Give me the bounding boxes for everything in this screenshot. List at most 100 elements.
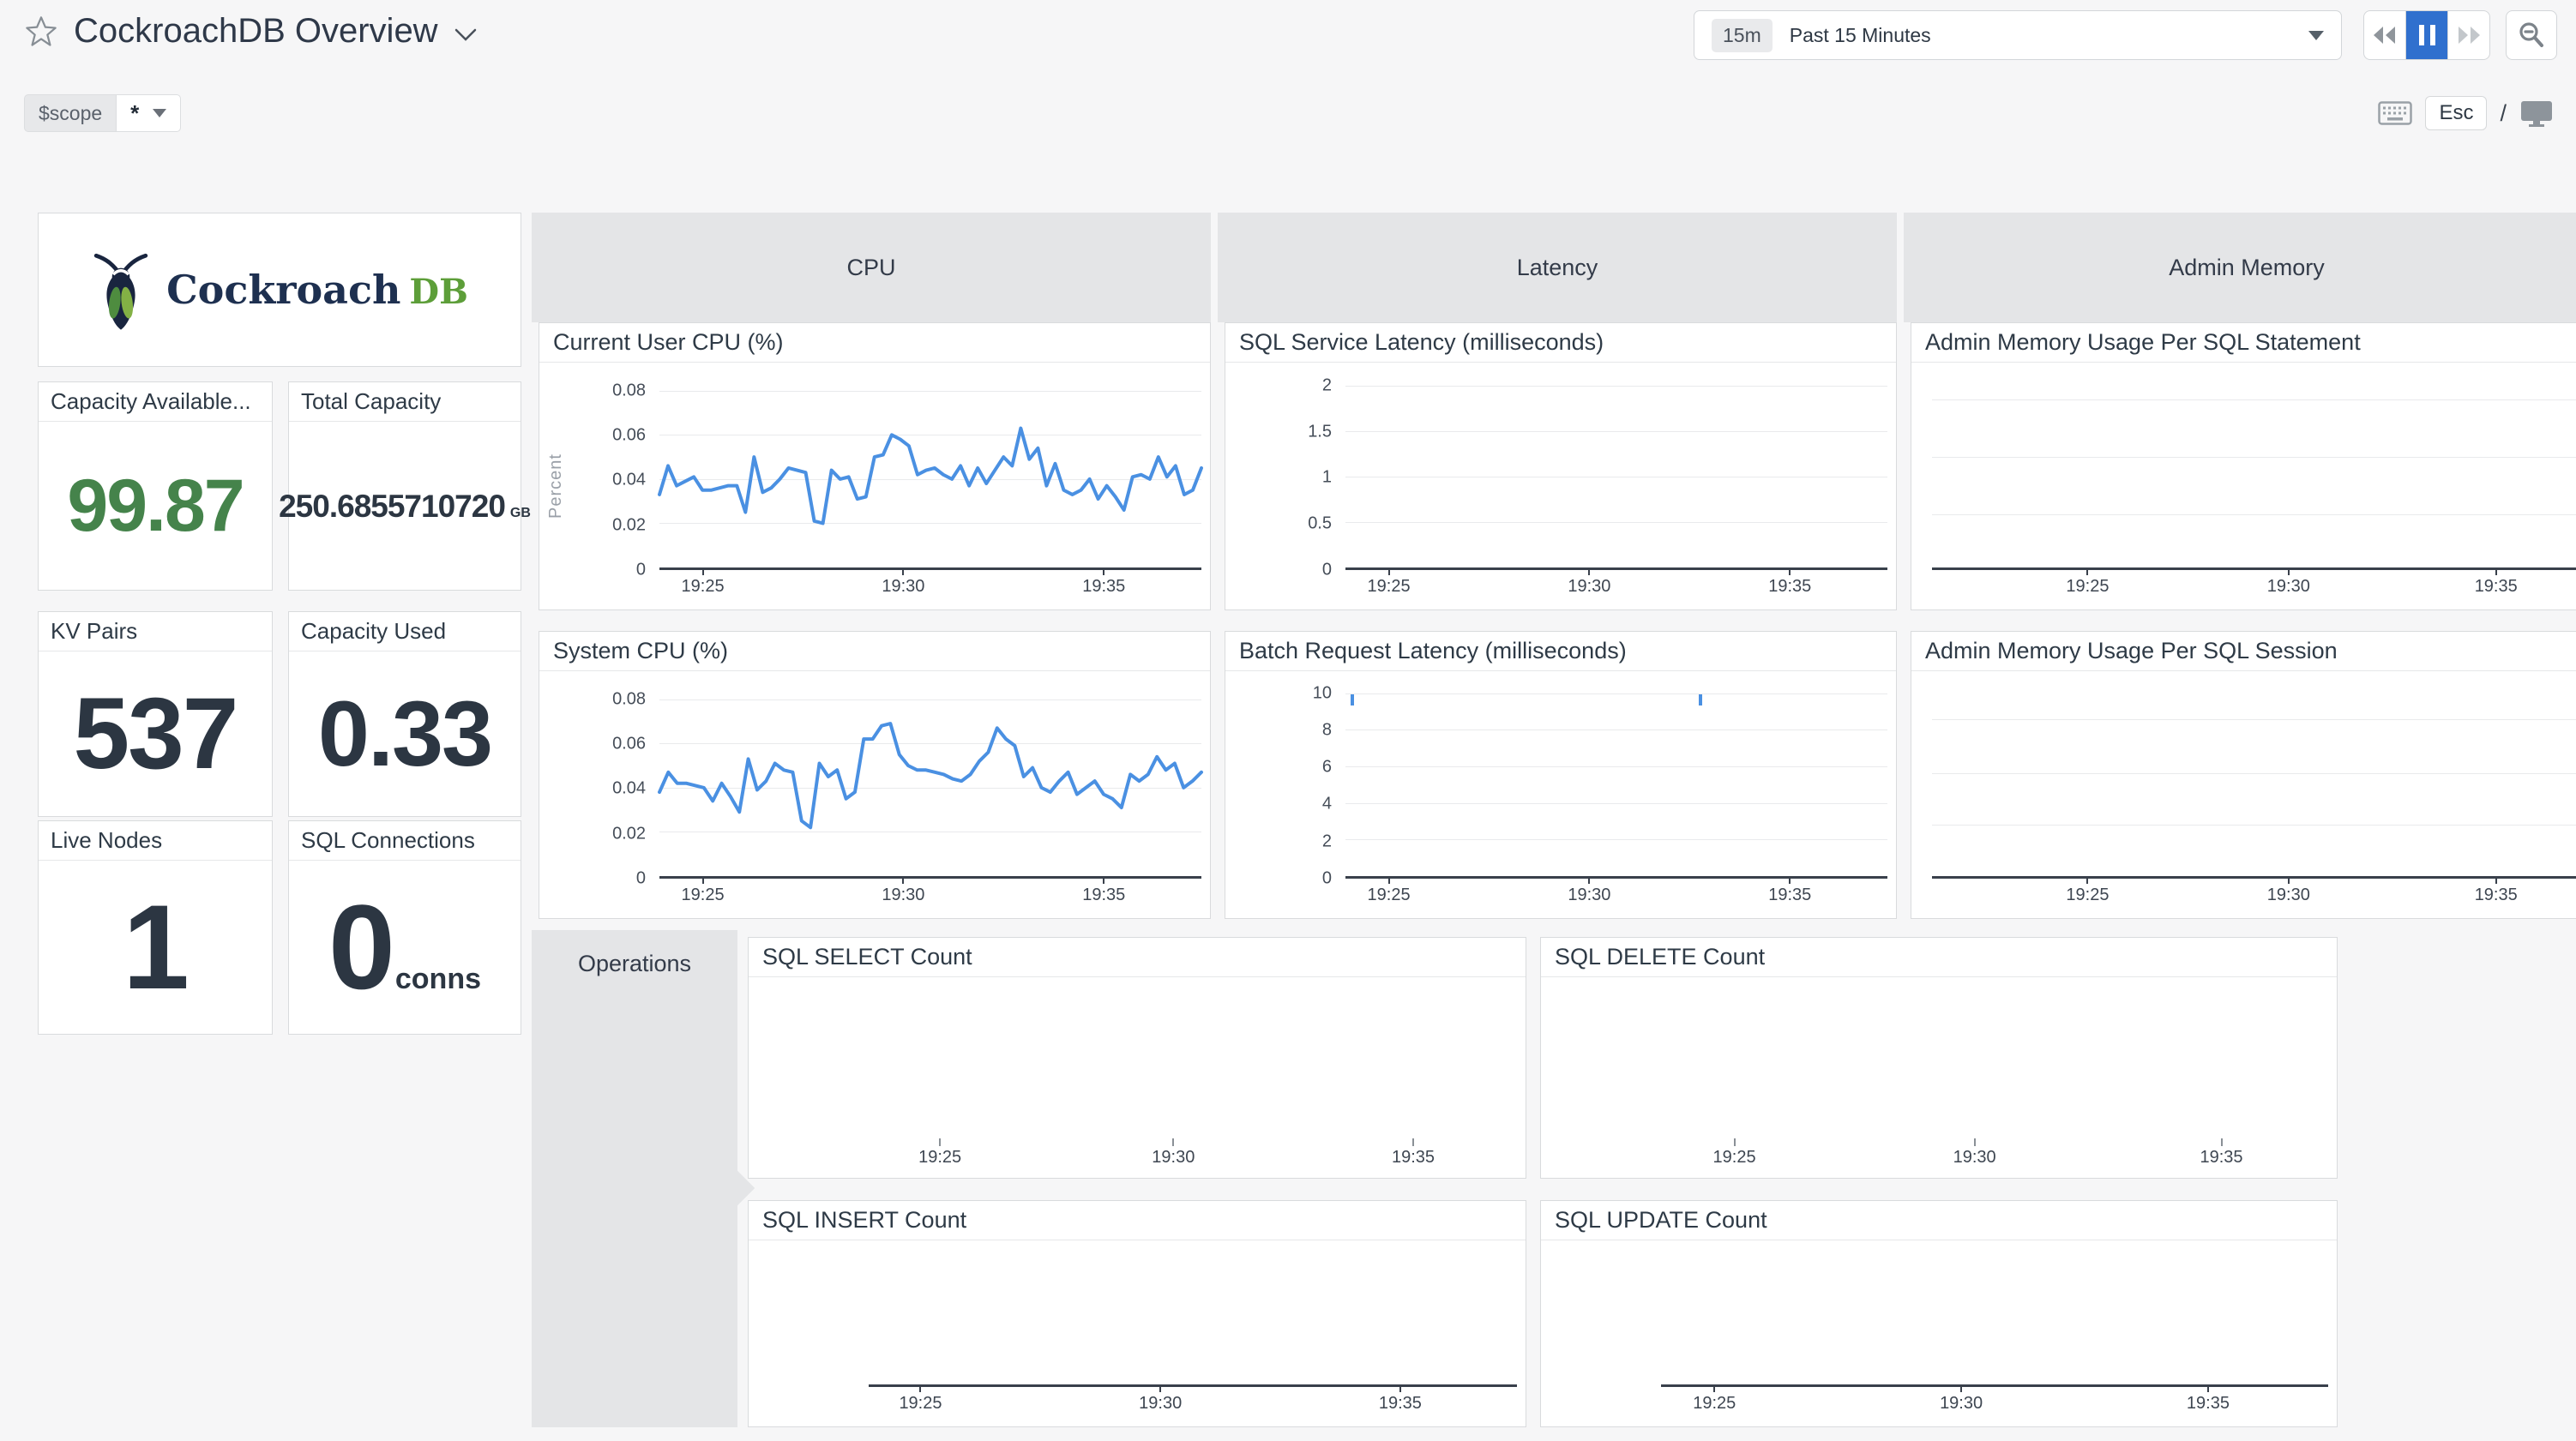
chart-body: 19:2519:3019:35 [749,977,1526,1178]
chart-plot[interactable]: 19:2519:3019:35 [1345,376,1887,570]
x-tick-mark [702,567,704,575]
chart-title: System CPU (%) [539,632,1210,671]
panel-sql-insert-count[interactable]: SQL INSERT Count 19:2519:3019:35 [748,1200,1526,1427]
panel-admin-memory-statement[interactable]: Admin Memory Usage Per SQL Statement 19:… [1911,322,2576,610]
x-tick-mark [2288,876,2290,884]
rewind-button[interactable] [2364,11,2406,59]
gridline [1345,803,1887,804]
caret-down-icon [153,109,166,117]
x-tick-label: 19:35 [1768,886,1811,905]
x-tick-label: 19:30 [2267,886,2310,905]
chart-plot[interactable]: 19:2519:3019:35 [1932,376,2576,570]
y-tick-label: 0.08 [539,689,646,709]
x-tick-mark [2288,567,2290,575]
x-tick-mark [1588,567,1590,575]
kpi-unit: conns [395,963,481,996]
y-tick-label: 0 [1225,561,1332,580]
group-header-admin-memory[interactable]: Admin Memory [1904,213,2576,322]
y-axis: 0246810 [1225,685,1345,879]
panel-admin-memory-session[interactable]: Admin Memory Usage Per SQL Session 19:25… [1911,631,2576,919]
x-tick-mark [902,567,904,575]
chart-plot[interactable]: 19:2519:3019:35 [869,991,1517,1138]
monitor-icon[interactable] [2519,99,2554,127]
chart-title: Batch Request Latency (milliseconds) [1225,632,1896,671]
group-header-operations[interactable]: Operations [532,930,737,1427]
chart-plot[interactable]: 19:2519:3019:35 [1345,685,1887,879]
separator: / [2500,100,2507,127]
zoom-out-button[interactable] [2506,10,2557,60]
x-tick-mark [2086,876,2088,884]
x-tick-label: 19:35 [2200,1148,2242,1168]
star-icon[interactable] [24,15,58,49]
scope-var-value-dropdown[interactable]: * [116,94,181,132]
chart-body: 19:2519:3019:35 [1541,1240,2337,1426]
chevron-down-icon[interactable] [454,27,478,43]
panel-sql-update-count[interactable]: SQL UPDATE Count 19:2519:3019:35 [1540,1200,2338,1427]
group-title: CPU [846,255,895,281]
panel-batch-request-latency[interactable]: Batch Request Latency (milliseconds) 024… [1225,631,1897,919]
y-axis [1541,991,1661,1138]
forward-button[interactable] [2448,11,2489,59]
scope-var-name: $scope [24,94,116,132]
x-tick-mark [2207,1384,2209,1392]
panel-system-cpu[interactable]: System CPU (%) 00.020.040.060.0819:2519:… [539,631,1211,919]
panel-sql-delete-count[interactable]: SQL DELETE Count 19:2519:3019:35 [1540,937,2338,1179]
chart-plot[interactable]: 19:2519:3019:35 [869,1254,1517,1387]
data-mark [1351,694,1354,705]
chart-plot[interactable]: 19:2519:3019:35 [659,685,1201,879]
y-tick-label: 0.04 [539,779,646,799]
x-tick-label: 19:30 [1953,1148,1996,1168]
y-tick-label: 10 [1225,683,1332,703]
x-tick-mark [1412,1138,1414,1146]
pause-button[interactable] [2406,11,2448,59]
y-axis [1911,685,1932,879]
chart-body: 00.020.040.060.0819:2519:3019:35 [539,671,1210,918]
chart-plot[interactable]: 19:2519:3019:35 [659,376,1201,570]
x-tick-label: 19:30 [1940,1394,1983,1414]
time-range-picker[interactable]: 15m Past 15 Minutes [1694,10,2342,60]
chart-plot[interactable]: 19:2519:3019:35 [1932,685,2576,879]
y-tick-label: 1 [1225,468,1332,488]
kpi-value: 0 [328,887,394,1007]
gridline [1932,825,2576,826]
x-tick-mark [1399,1384,1401,1392]
x-tick-label: 19:25 [1693,1394,1736,1414]
y-axis [749,991,869,1138]
chart-title: SQL Service Latency (milliseconds) [1225,323,1896,363]
kpi-title: Live Nodes [39,821,272,861]
cockroachdb-logo-panel: CockroachDB [38,213,521,367]
template-variable-scope[interactable]: $scope * [24,94,181,132]
chart-body: 00.020.040.060.0819:2519:3019:35Percent [539,363,1210,609]
x-tick-label: 19:25 [682,886,725,905]
x-tick-mark [702,876,704,884]
x-tick-label: 19:30 [2267,577,2310,597]
x-tick-label: 19:30 [1139,1394,1182,1414]
chart-title: Admin Memory Usage Per SQL Statement [1911,323,2576,363]
x-tick-mark [902,876,904,884]
chart-plot[interactable]: 19:2519:3019:35 [1661,991,2328,1138]
panel-current-user-cpu[interactable]: Current User CPU (%) 00.020.040.060.0819… [539,322,1211,610]
y-tick-label: 0.08 [539,381,646,400]
x-tick-label: 19:30 [1568,577,1610,597]
chart-body: 19:25 19:30 19:35 [1541,977,2337,1178]
y-tick-label: 2 [1225,832,1332,851]
panel-sql-service-latency[interactable]: SQL Service Latency (milliseconds) 00.51… [1225,322,1897,610]
x-tick-mark [1713,1384,1715,1392]
x-tick-label: 19:25 [1368,577,1411,597]
chart-title: SQL SELECT Count [749,938,1526,977]
magnifier-minus-icon [2517,21,2546,50]
panel-sql-select-count[interactable]: SQL SELECT Count 19:2519:3019:35 [748,937,1526,1179]
group-title: Operations [578,951,691,977]
line-series [659,685,1201,876]
x-tick-label: 19:25 [918,1148,961,1168]
x-tick-label: 19:35 [1082,577,1125,597]
x-tick-label: 19:25 [1713,1148,1756,1168]
x-tick-mark [1789,876,1791,884]
x-tick-mark [1974,1138,1976,1146]
x-tick-label: 19:35 [1082,886,1125,905]
chart-body: 19:2519:3019:35 [1911,363,2576,609]
chart-plot[interactable]: 19:2519:3019:35 [1661,1254,2328,1387]
scope-var-value: * [130,100,139,127]
gridline [1932,514,2576,515]
keyboard-icon[interactable] [2378,101,2412,125]
